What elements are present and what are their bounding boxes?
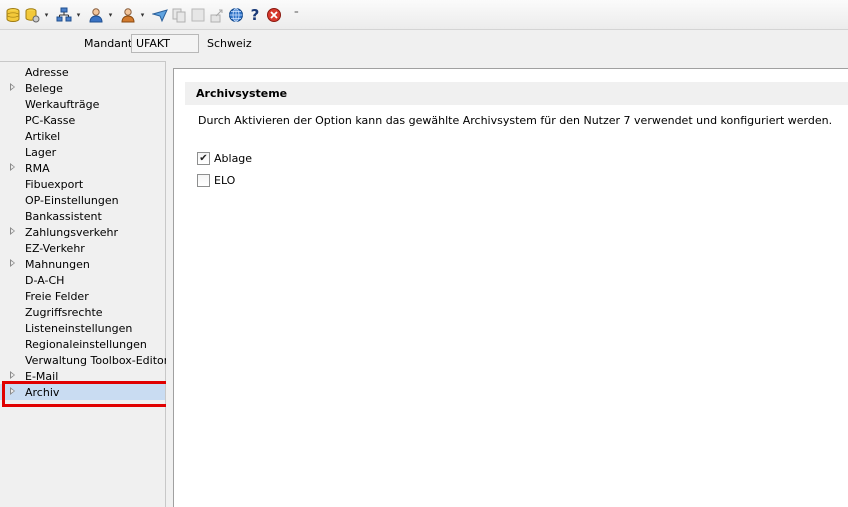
close-icon[interactable] <box>265 6 283 24</box>
sidebar-item-label: OP-Einstellungen <box>25 194 119 207</box>
option-ablage[interactable]: ✔ Ablage <box>197 151 252 165</box>
toolbar-overflow-icon[interactable]: ⁼ <box>294 10 299 20</box>
splitter[interactable] <box>166 61 173 507</box>
globe-icon[interactable] <box>227 6 245 24</box>
sidebar-item-listeneinstellungen[interactable]: Listeneinstellungen <box>0 320 165 336</box>
mandant-country: Schweiz <box>207 37 252 50</box>
elo-checkbox[interactable] <box>197 173 210 187</box>
sidebar-item-label: Fibuexport <box>25 178 84 191</box>
expand-arrow-icon[interactable] <box>10 371 15 379</box>
sidebar-item-rma[interactable]: RMA <box>0 160 165 176</box>
sidebar-item-label: Verwaltung Toolbox-Editor <box>25 354 169 367</box>
org-chart-icon[interactable] <box>55 6 73 24</box>
sidebar-item-belege[interactable]: Belege <box>0 80 165 96</box>
chevron-down-icon[interactable]: ▾ <box>74 6 83 24</box>
sidebar-item-label: Belege <box>25 82 63 95</box>
expand-arrow-icon[interactable] <box>10 387 15 395</box>
chevron-down-icon[interactable]: ▾ <box>42 6 51 24</box>
main-panel: Archivsysteme Durch Aktivieren der Optio… <box>173 68 848 507</box>
sidebar-item-label: Listeneinstellungen <box>25 322 133 335</box>
sidebar-item-label: Regionaleinstellungen <box>25 338 147 351</box>
sidebar-item-zahlungsverkehr[interactable]: Zahlungsverkehr <box>0 224 165 240</box>
expand-arrow-icon[interactable] <box>10 83 15 91</box>
sidebar-item-label: Werkaufträge <box>25 98 100 111</box>
database-icon[interactable] <box>4 6 22 24</box>
sidebar-item-freie-felder[interactable]: Freie Felder <box>0 288 165 304</box>
sidebar-item-label: Zahlungsverkehr <box>25 226 119 239</box>
sidebar-item-label: Artikel <box>25 130 61 143</box>
sidebar-item-d-a-ch[interactable]: D-A-CH <box>0 272 165 288</box>
description-text: Durch Aktivieren der Option kann das gew… <box>198 114 833 127</box>
sidebar-item-label: Adresse <box>25 66 69 79</box>
sidebar-item-label: EZ-Verkehr <box>25 242 85 255</box>
sidebar-item-verwaltung-toolbox-editor[interactable]: Verwaltung Toolbox-Editor <box>0 352 169 368</box>
sidebar-item-label: Mahnungen <box>25 258 90 271</box>
expand-arrow-icon[interactable] <box>10 163 15 171</box>
chevron-down-icon[interactable]: ▾ <box>106 6 115 24</box>
sidebar-item-regionaleinstellungen[interactable]: Regionaleinstellungen <box>0 336 165 352</box>
chevron-down-icon[interactable]: ▾ <box>138 6 147 24</box>
send-icon[interactable] <box>151 6 169 24</box>
sidebar-item-label: Bankassistent <box>25 210 102 223</box>
option-label: ELO <box>214 173 236 187</box>
sidebar-item-artikel[interactable]: Artikel <box>0 128 165 144</box>
mandant-bar: Mandant UFAKT Schweiz <box>0 31 848 57</box>
sidebar-item-pc-kasse[interactable]: PC-Kasse <box>0 112 165 128</box>
sidebar-item-bankassistent[interactable]: Bankassistent <box>0 208 165 224</box>
sidebar-item-label: Archiv <box>25 386 60 399</box>
sidebar: Adresse Belege Werkaufträge PC-Kasse Art… <box>0 61 170 507</box>
sidebar-item-archiv[interactable]: Archiv <box>0 381 170 407</box>
sidebar-item-op-einstellungen[interactable]: OP-Einstellungen <box>0 192 165 208</box>
sidebar-item-label: Zugriffsrechte <box>25 306 103 319</box>
export-icon[interactable] <box>208 6 226 24</box>
sidebar-item-label: PC-Kasse <box>25 114 76 127</box>
sidebar-item-label: Lager <box>25 146 57 159</box>
sidebar-item-label: RMA <box>25 162 50 175</box>
expand-arrow-icon[interactable] <box>10 259 15 267</box>
help-icon[interactable]: ? <box>246 6 264 24</box>
sidebar-item-mahnungen[interactable]: Mahnungen <box>0 256 165 272</box>
sidebar-item-label: D-A-CH <box>25 274 65 287</box>
user-group-icon[interactable] <box>119 6 137 24</box>
copy-icon[interactable] <box>170 6 188 24</box>
section-header: Archivsysteme <box>185 82 848 105</box>
sidebar-item-label: Freie Felder <box>25 290 89 303</box>
mandant-field[interactable]: UFAKT <box>131 34 199 53</box>
expand-arrow-icon[interactable] <box>10 227 15 235</box>
sidebar-item-zugriffsrechte[interactable]: Zugriffsrechte <box>0 304 165 320</box>
ablage-checkbox[interactable]: ✔ <box>197 151 210 165</box>
toolbar: ▾ ▾ ▾ ▾ ? ⁼ <box>0 0 848 30</box>
database-settings-icon[interactable] <box>23 6 41 24</box>
blank-icon[interactable] <box>189 6 207 24</box>
sidebar-item-ez-verkehr[interactable]: EZ-Verkehr <box>0 240 165 256</box>
option-elo[interactable]: ELO <box>197 173 235 187</box>
option-label: Ablage <box>214 151 253 165</box>
user-icon[interactable] <box>87 6 105 24</box>
sidebar-item-werkauftraege[interactable]: Werkaufträge <box>0 96 165 112</box>
sidebar-item-adresse[interactable]: Adresse <box>0 64 165 80</box>
sidebar-item-fibuexport[interactable]: Fibuexport <box>0 176 165 192</box>
sidebar-item-lager[interactable]: Lager <box>0 144 165 160</box>
mandant-label: Mandant <box>84 37 133 50</box>
